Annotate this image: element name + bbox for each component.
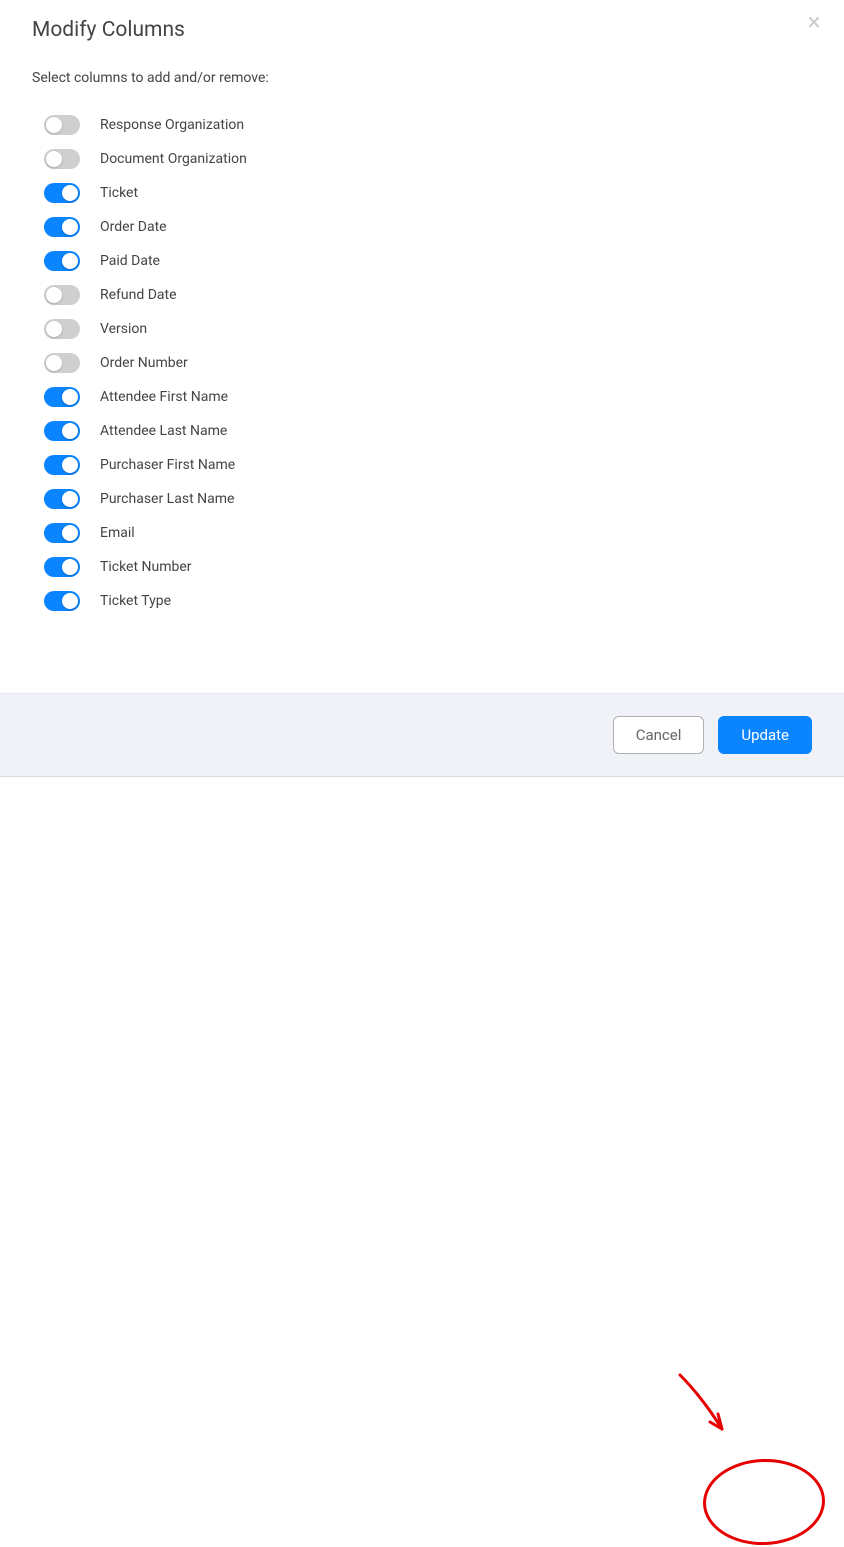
column-toggle[interactable] [44,115,80,135]
toggle-knob [62,389,78,405]
column-label: Paid Date [100,253,160,269]
column-toggle[interactable] [44,455,80,475]
column-label: Purchaser First Name [100,457,235,473]
column-toggle[interactable] [44,353,80,373]
column-row: Attendee First Name [44,380,799,414]
close-icon: × [808,10,821,34]
column-row: Ticket Type [44,584,799,618]
column-row: Document Organization [44,142,799,176]
column-toggle[interactable] [44,217,80,237]
column-label: Response Organization [100,117,244,133]
arrow-annotation-icon [660,1367,750,1457]
column-label: Order Number [100,355,188,371]
column-toggle[interactable] [44,183,80,203]
column-label: Document Organization [100,151,247,167]
column-row: Ticket Number [44,550,799,584]
column-row: Version [44,312,799,346]
column-toggle[interactable] [44,591,80,611]
toggle-knob [46,117,62,133]
column-toggle[interactable] [44,149,80,169]
column-label: Attendee Last Name [100,423,227,439]
toggle-knob [46,151,62,167]
columns-list[interactable]: Response Organization Document Organizati… [32,98,811,638]
toggle-knob [62,423,78,439]
column-toggle[interactable] [44,523,80,543]
modal-subtitle: Select columns to add and/or remove: [0,42,844,98]
column-label: Refund Date [100,287,177,303]
column-label: Ticket Number [100,559,192,575]
column-label: Ticket [100,185,138,201]
column-row: Attendee Last Name [44,414,799,448]
modal-header: Modify Columns × [0,0,844,42]
columns-scroll-container: Response Organization Document Organizati… [32,98,812,638]
toggle-knob [62,457,78,473]
column-row: Ticket [44,176,799,210]
column-toggle[interactable] [44,285,80,305]
column-toggle[interactable] [44,387,80,407]
column-toggle[interactable] [44,557,80,577]
column-row: Purchaser First Name [44,448,799,482]
column-row: Order Number [44,346,799,380]
toggle-knob [62,559,78,575]
toggle-knob [62,593,78,609]
column-label: Attendee First Name [100,389,228,405]
column-row: Purchaser Last Name [44,482,799,516]
column-row: Order Date [44,210,799,244]
toggle-knob [46,287,62,303]
column-label: Order Date [100,219,167,235]
column-label: Email [100,525,135,541]
column-row: Refund Date [44,278,799,312]
column-toggle[interactable] [44,251,80,271]
modal-title: Modify Columns [32,18,812,42]
close-button[interactable]: × [802,10,826,34]
column-toggle[interactable] [44,421,80,441]
toggle-knob [62,491,78,507]
toggle-knob [46,355,62,371]
column-toggle[interactable] [44,489,80,509]
toggle-knob [62,219,78,235]
column-label: Purchaser Last Name [100,491,234,507]
column-toggle[interactable] [44,319,80,339]
modify-columns-modal: Modify Columns × Select columns to add a… [0,0,844,777]
toggle-knob [62,525,78,541]
update-button[interactable]: Update [718,716,812,754]
column-label: Version [100,321,147,337]
column-row: Response Organization [44,108,799,142]
column-row: Paid Date [44,244,799,278]
modal-footer: Cancel Update [0,693,844,777]
toggle-knob [62,253,78,269]
cancel-button[interactable]: Cancel [613,716,705,754]
column-row: Email [44,516,799,550]
column-label: Ticket Type [100,593,171,609]
toggle-knob [46,321,62,337]
toggle-knob [62,185,78,201]
circle-annotation-icon [702,1457,827,1547]
